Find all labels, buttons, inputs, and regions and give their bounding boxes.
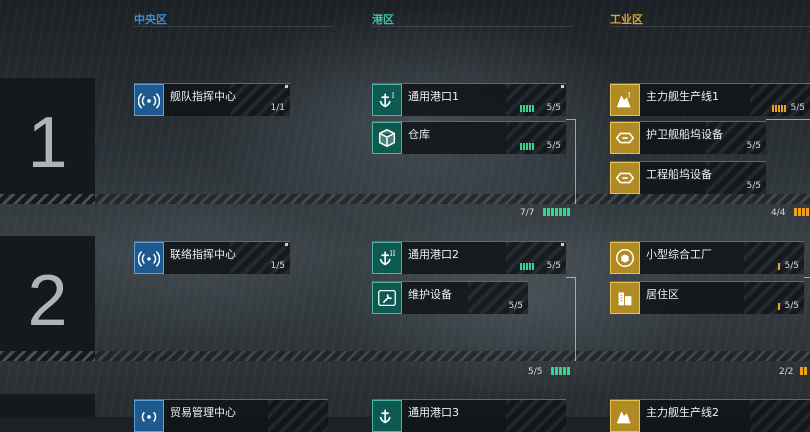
svg-text:II: II: [390, 249, 396, 258]
corner-dot: [285, 85, 288, 88]
factory-icon: [610, 242, 640, 274]
hatch-strip: [0, 351, 95, 361]
row-number: 1: [27, 103, 68, 183]
building-name: 主力舰生产线1: [646, 90, 719, 103]
building-card-escort-dock[interactable]: 护卫舰船坞设备 5/5: [610, 121, 766, 154]
svg-text:I: I: [628, 90, 631, 99]
column-header-port: 港区: [372, 13, 394, 26]
row-label-2: 2: [0, 236, 95, 361]
level-pips: [778, 303, 780, 310]
building-level: 5/5: [784, 261, 799, 271]
header-divider: [372, 26, 572, 27]
anchor-icon: II: [372, 242, 402, 274]
column-header-industrial: 工业区: [610, 13, 643, 26]
building-card-port-3[interactable]: 通用港口3: [372, 399, 566, 432]
header-divider: [134, 26, 334, 27]
building-card-engineering-dock[interactable]: 工程船坞设备 5/5: [610, 161, 766, 194]
building-level: 5/5: [746, 181, 761, 191]
building-name: 通用港口1: [408, 90, 459, 103]
building-card-liaison-command[interactable]: 联络指挥中心 1/5: [134, 241, 290, 274]
building-name: 居住区: [646, 288, 679, 301]
broadcast-icon: [134, 84, 164, 116]
wrench-icon: [372, 282, 402, 314]
building-name: 仓库: [408, 128, 430, 141]
svg-text:I: I: [392, 91, 395, 100]
building-card-port-1[interactable]: I 通用港口1 5/5: [372, 83, 566, 116]
group-bracket-port: [566, 277, 576, 361]
port-summary-pips: [543, 208, 570, 216]
header-divider: [610, 26, 810, 27]
corner-dot: [285, 243, 288, 246]
building-name: 舰队指挥中心: [170, 90, 236, 103]
industrial-summary-pips: [794, 208, 809, 216]
corner-dot: [561, 243, 564, 246]
building-name: 贸易管理中心: [170, 406, 236, 419]
building-level: 1/1: [270, 103, 285, 113]
card-stripe: [750, 400, 810, 432]
ship-factory-icon: [610, 400, 640, 432]
building-name: 护卫舰船坞设备: [646, 128, 723, 141]
anchor-icon: I: [372, 84, 402, 116]
port-summary-pips: [551, 367, 570, 375]
broadcast-icon: [134, 400, 164, 432]
row-label-1: 1: [0, 78, 95, 204]
building-card-warehouse[interactable]: 仓库 5/5: [372, 121, 566, 154]
building-card-small-factory[interactable]: 小型综合工厂 5/5: [610, 241, 804, 274]
building-name: 主力舰生产线2: [646, 406, 719, 419]
building-name: 联络指挥中心: [170, 248, 236, 261]
ship-factory-icon: I: [610, 84, 640, 116]
level-pips: [520, 143, 534, 150]
building-level: 5/5: [784, 301, 799, 311]
building-name: 通用港口3: [408, 406, 459, 419]
building-card-capital-line-1[interactable]: I 主力舰生产线1 5/5: [610, 83, 810, 116]
level-pips: [520, 263, 534, 270]
level-pips: [520, 105, 534, 112]
dock-icon: [610, 162, 640, 194]
building-icon: [610, 282, 640, 314]
building-card-capital-line-2[interactable]: 主力舰生产线2: [610, 399, 810, 432]
hatch-strip: [0, 194, 95, 204]
port-summary-count: 7/7: [520, 208, 535, 218]
corner-dot: [561, 85, 564, 88]
building-name: 维护设备: [408, 288, 452, 301]
building-card-fleet-command[interactable]: 舰队指挥中心 1/1: [134, 83, 290, 116]
row-label-3: [0, 394, 95, 417]
row-divider-hatch: [95, 194, 810, 204]
anchor-icon: [372, 400, 402, 432]
building-name: 通用港口2: [408, 248, 459, 261]
column-header-central: 中央区: [134, 13, 167, 26]
row-divider-hatch: [95, 351, 810, 361]
building-level: 5/5: [790, 103, 805, 113]
building-level: 5/5: [546, 261, 561, 271]
building-level: 5/5: [546, 103, 561, 113]
row-number: 2: [27, 261, 68, 341]
building-level: 5/5: [546, 141, 561, 151]
building-name: 工程船坞设备: [646, 168, 712, 181]
group-bracket-port: [566, 119, 576, 204]
building-card-trade-center[interactable]: 贸易管理中心: [134, 399, 328, 432]
group-bracket-industrial: [766, 119, 810, 204]
dock-icon: [610, 122, 640, 154]
building-card-maintenance[interactable]: 维护设备 5/5: [372, 281, 528, 314]
building-level: 5/5: [508, 301, 523, 311]
building-card-residential[interactable]: 居住区 5/5: [610, 281, 804, 314]
port-summary-count: 5/5: [528, 367, 543, 377]
industrial-summary-count: 4/4: [771, 208, 786, 218]
broadcast-plus-icon: [134, 242, 164, 274]
card-stripe: [506, 400, 566, 432]
building-level: 1/5: [270, 261, 285, 271]
building-name: 小型综合工厂: [646, 248, 712, 261]
industrial-summary-pips: [800, 367, 807, 375]
building-card-port-2[interactable]: II 通用港口2 5/5: [372, 241, 566, 274]
industrial-summary-count: 2/2: [779, 367, 794, 377]
level-pips: [772, 105, 786, 112]
group-bracket-industrial: [804, 277, 810, 361]
building-level: 5/5: [746, 141, 761, 151]
level-pips: [778, 263, 780, 270]
card-stripe: [268, 400, 328, 432]
cube-icon: [372, 122, 402, 154]
